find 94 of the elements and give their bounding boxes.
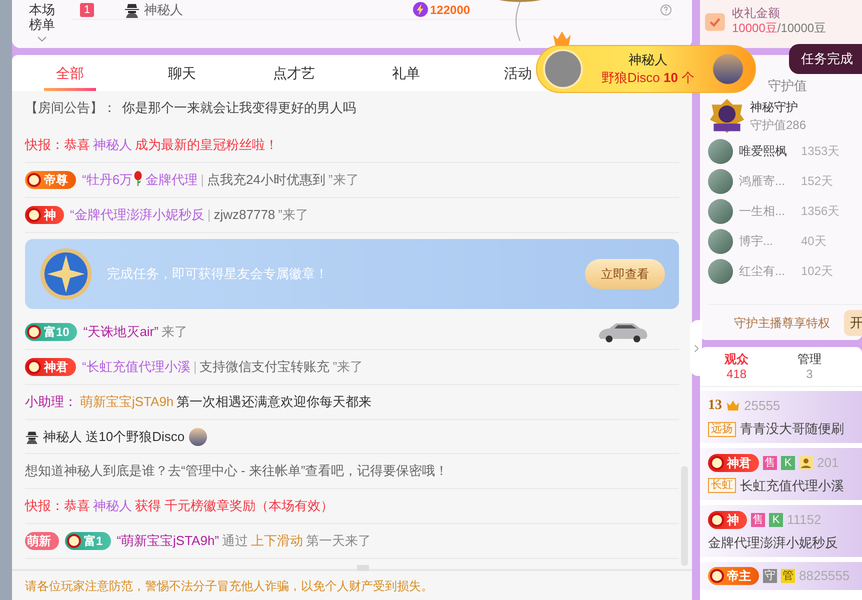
promo-text: 完成任务，即可获得星友会专属徽章！ [107,265,329,284]
chat-tab[interactable]: 礼单 [350,55,462,91]
rank-badge: 神 [25,206,64,224]
fan-tag: 长虹 [708,478,736,493]
gift-text: 野狼Disco 10 个 [601,69,695,87]
gift-avatar [713,54,743,84]
audience-row[interactable]: 帝主 守 管 8825555 [700,562,862,590]
guardian-avatar[interactable] [708,198,733,224]
privilege-text: 守护主播尊享特权 [734,314,830,332]
level-text: 13 [708,397,722,416]
user-name: 金牌代理澎湃小妮秒反 [708,534,838,552]
rank-number: 1 [80,2,94,16]
chat-message: 快报：恭喜 神秘人 成为最新的皇冠粉丝啦！ [25,136,278,154]
chat-tab[interactable]: 活动 [462,55,574,91]
score-text: 122000 [430,2,470,18]
chat-message: 快报：恭喜 神秘人 获得 千元榜徽章奖励（本场有效） [25,497,334,516]
view-now-button[interactable]: 立即查看 [585,259,665,289]
target-amount: /10000豆 [777,21,826,36]
guard-value: 守护值286 [750,117,806,134]
chat-message: “牡丹6万 金牌代理 | 点我充24小时优惠到 ”来了 [82,170,359,190]
hat-man-icon [124,2,140,18]
leaderboard-name: 神秘人 [144,0,183,19]
guardian-avatar[interactable] [708,258,733,284]
rank-badge: 萌新 [25,532,59,550]
role-tag: 管 [781,569,795,583]
guardian-days: 40天 [801,232,826,250]
received-amount: 10000豆 [732,21,778,36]
role-tag: K [769,512,783,527]
guardian-avatar[interactable] [708,168,733,194]
person-icon [799,456,813,470]
crown-icon [726,399,740,412]
audience-row[interactable]: 神君 售 K 201 长虹 长虹充值代理小溪 [700,448,862,500]
user-id: 201 [817,454,839,472]
rank-badge: 富10 [25,323,78,341]
chat-message: “萌新宝宝jSTA9h” 通过 上下滑动 第一天来了 [116,532,372,550]
guardian-days: 102天 [801,262,834,280]
sender-name: 神秘人 [628,51,668,69]
guard-title: 神秘守护 [750,99,799,116]
rank-badge: 神 [708,510,747,529]
rank-badge: 神君 [25,358,76,376]
audience-row[interactable]: 神 售 K 11152 金牌代理澎湃小妮秒反 [700,505,862,557]
chat-message: “长虹充值代理小溪 | 支持微信支付宝转账充 ”来了 [82,358,364,376]
gift-message: 神秘人 送10个野狼Disco [43,428,185,446]
audience-row[interactable]: 13 25555 远扬 青青没大哥随便刷 [700,391,862,443]
rose-icon [132,171,143,186]
role-tag: 售 [751,512,765,527]
hat-man-icon [25,430,39,444]
gift-thumbnail [188,428,207,446]
user-id: 8825555 [799,567,850,586]
lightning-icon [413,2,428,17]
role-tag: K [781,456,795,470]
guardian-days: 1356天 [801,202,840,220]
collapse-toggle[interactable] [690,320,702,376]
guardian-name: 博宇... [739,233,774,250]
chat-tab[interactable]: 全部 [14,55,126,91]
rank-badge: 帝主 [708,567,759,585]
notice-bar: 请各位玩家注意防范，警惕不法分子冒充他人诈骗，以免个人财产受到损失。 [12,569,692,600]
announcement-text: 你是那个一来就会让我变得更好的男人吗 [122,98,356,117]
chevron-right-icon [694,344,698,352]
rank-badge: 神君 [708,454,759,472]
role-tag: 守 [763,569,777,583]
chat-tab[interactable]: 点才艺 [238,55,350,91]
user-id: 25555 [744,397,780,415]
audience-tab[interactable]: 管理 3 [773,347,846,386]
task-label: 收礼金额 [732,6,781,21]
audience-tab[interactable]: 观众 418 [700,347,773,386]
guard-star-badge-icon [708,97,746,135]
leaderboard-label[interactable]: 本场榜单 [28,2,56,32]
rank-badge: 富1 [65,532,111,550]
chat-tab[interactable]: 聊天 [126,55,238,91]
chat-message: “金牌代理澎湃小妮秒反 | zjwz87778 ”来了 [70,206,309,224]
user-name: 青青没大哥随便刷 [740,420,844,438]
guardian-name: 红尘有... [739,263,786,280]
announcement-label: 【房间公告】： [25,98,116,117]
fan-tag: 远扬 [708,422,736,436]
guardian-name: 一生相... [739,203,786,220]
guardian-days: 1353天 [801,142,840,160]
guardian-name: 唯爱熙枫 [739,143,788,160]
chat-message: 想知道神秘人到底是谁？去“管理中心 - 来往帐单”查看吧，记得要保密哦！ [25,462,448,480]
guardian-name: 鸿雁寄... [739,173,786,190]
guardian-avatar[interactable] [708,138,733,164]
rank-badge: 帝尊 [25,171,76,189]
sender-avatar [543,49,583,89]
crown-icon [551,30,573,46]
role-tag: 售 [763,456,777,470]
guardian-days: 152天 [801,172,834,190]
user-id: 11152 [787,511,822,529]
chevron-down-icon[interactable] [37,36,47,42]
task-complete-toast: 任务完成 [789,44,862,74]
guardian-avatar[interactable] [708,228,733,254]
star-medal-icon [39,247,93,301]
chat-message: “天诛地灭air” 来了 [83,323,188,342]
chat-message: 小助理： 萌新宝宝jSTA9h 第一次相遇还满意欢迎你每天都来 [25,393,372,412]
user-name: 长虹充值代理小溪 [740,476,844,494]
